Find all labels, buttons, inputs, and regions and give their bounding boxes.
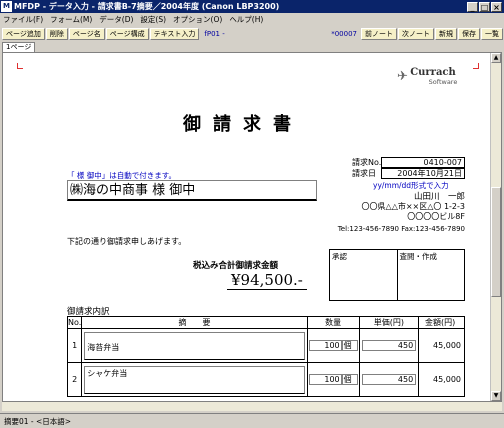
menu-form[interactable]: フォーム(M) [50, 14, 92, 25]
tab-page-1[interactable]: 1ページ [2, 42, 36, 52]
unit-field[interactable]: 個 [341, 374, 358, 385]
app-icon: M [1, 1, 12, 12]
record-number: *00007 [331, 30, 357, 38]
status-text: 摘要01 - <日本語> [4, 416, 72, 426]
issuer-building: 〇〇〇〇ビル8F [407, 212, 465, 221]
prev-note-button[interactable]: 前ノート [361, 28, 397, 40]
page-name-button[interactable]: ページ名 [68, 28, 105, 40]
col-amount: 金額(円) [418, 316, 465, 329]
request-date-label: 請求日 [352, 169, 376, 178]
bird-icon: ✈ [397, 69, 408, 84]
table-header: No. 摘 要 数量 単価(円) 金額(円) [66, 316, 465, 329]
customer-field[interactable]: ㈱海の中商事 様 御中 [67, 180, 317, 201]
qty-field[interactable]: 100 [308, 340, 342, 351]
table-row: 1 海苔弁当 100 個 450 45,000 [66, 328, 465, 363]
status-bar: 摘要01 - <日本語> [0, 413, 504, 428]
intro-text: 下記の通り御請求申しあげます。 [67, 237, 187, 246]
horizontal-scrollbar[interactable] [2, 402, 502, 411]
crop-mark-top-left [17, 63, 23, 69]
request-no-field[interactable]: 0410-007 [381, 157, 465, 168]
page-tabs: 1ページ [2, 42, 36, 52]
request-no-label: 請求No. [352, 158, 382, 167]
page-structure-button[interactable]: ページ構成 [105, 28, 149, 40]
company-logo: ✈ Currach Software [397, 67, 458, 86]
col-desc: 摘 要 [81, 316, 308, 329]
add-page-button[interactable]: ページ追加 [2, 28, 45, 40]
scroll-thumb[interactable] [491, 187, 501, 297]
save-button[interactable]: 保存 [458, 28, 480, 40]
toolbar: ページ追加 削除 ページ名 ページ構成 テキスト入力 fP01 - *00007… [0, 27, 504, 41]
stamp-box: 承認 査閲・作成 [329, 249, 465, 301]
table-row: 2 シャケ弁当 100 個 450 45,000 [66, 362, 465, 397]
stamp-approve: 承認 [332, 252, 347, 261]
document-title: 御請求書 [183, 114, 303, 135]
list-button[interactable]: 一覧 [481, 28, 503, 40]
request-date-field[interactable]: 2004年10月21日 [381, 168, 465, 179]
total-label: 税込み合計御請求金額 [193, 261, 279, 271]
menu-data[interactable]: データ(D) [99, 14, 133, 25]
text-input-button[interactable]: テキスト入力 [149, 28, 200, 40]
new-button[interactable]: 新規 [435, 28, 457, 40]
document-area: ✈ Currach Software 御請求書 「 様 御中」は自動で付きます。… [2, 52, 502, 402]
col-no: No. [66, 316, 83, 329]
menu-options[interactable]: オプション(O) [173, 14, 222, 25]
items-table: No. 摘 要 数量 単価(円) 金額(円) 1 海苔弁当 100 個 450 4… [66, 316, 465, 397]
amount-value: 45,000 [418, 362, 465, 397]
vertical-scrollbar[interactable]: ▲ ▼ [490, 53, 501, 401]
desc-field[interactable]: シャケ弁当 [84, 365, 305, 394]
desc-field[interactable]: 海苔弁当 [84, 331, 305, 360]
title-bar: M MFDP - データ入力 - 請求書B-7摘要／2004年度 (Canon … [0, 0, 504, 13]
maximize-button[interactable]: □ [479, 1, 490, 12]
menu-help[interactable]: ヘルプ(H) [229, 14, 263, 25]
menu-settings[interactable]: 設定(S) [140, 14, 166, 25]
menu-bar: ファイル(F) フォーム(M) データ(D) 設定(S) オプション(O) ヘル… [0, 13, 504, 25]
scroll-down-icon[interactable]: ▼ [491, 391, 501, 401]
amount-value: 45,000 [418, 328, 465, 363]
minimize-button[interactable]: _ [467, 1, 478, 12]
price-field[interactable]: 450 [361, 340, 417, 351]
total-amount: ¥94,500.- [227, 271, 307, 290]
unit-field[interactable]: 個 [341, 340, 358, 351]
close-button[interactable]: × [491, 1, 502, 12]
col-price: 単価(円) [358, 316, 420, 329]
col-qty: 数量 [306, 316, 360, 329]
next-note-button[interactable]: 次ノート [398, 28, 434, 40]
menu-file[interactable]: ファイル(F) [3, 14, 43, 25]
crop-mark-top-right [473, 63, 479, 69]
scroll-up-icon[interactable]: ▲ [491, 53, 501, 63]
stamp-check: 査閲・作成 [396, 250, 465, 300]
delete-button[interactable]: 削除 [45, 28, 68, 40]
field-indicator: fP01 - [204, 30, 225, 38]
price-field[interactable]: 450 [361, 374, 417, 385]
issuer-tel: Tel:123-456-7890 Fax:123-456-7890 [337, 225, 465, 233]
window-title: MFDP - データ入力 - 請求書B-7摘要／2004年度 (Canon LB… [14, 2, 280, 11]
qty-field[interactable]: 100 [308, 374, 342, 385]
